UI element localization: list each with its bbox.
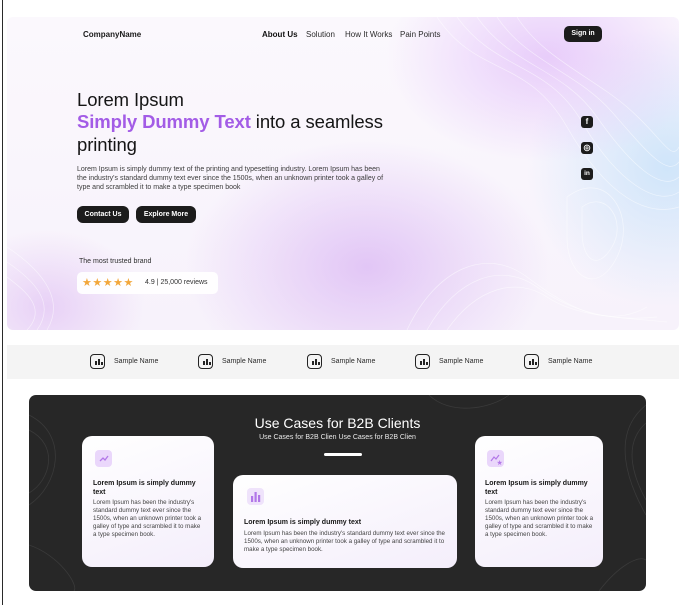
hero-section: CompanyName About Us Solution How It Wor… (7, 17, 679, 330)
card-body: Lorem Ipsum has been the industry's stan… (485, 499, 594, 538)
facebook-icon[interactable]: f (581, 116, 593, 128)
hero-heading-line2: Simply Dummy Text into a seamless (77, 111, 383, 133)
chart-star-icon: ★ (487, 450, 504, 467)
nav-about-us[interactable]: About Us (262, 30, 298, 39)
contact-us-button[interactable]: Contact Us (77, 206, 129, 223)
bar-chart-icon (90, 354, 105, 369)
page-left-border (2, 0, 3, 605)
use-case-card[interactable]: Lorem Ipsum is simply dummy text Lorem I… (82, 436, 214, 567)
use-case-card[interactable]: ★ Lorem Ipsum is simply dummy text Lorem… (475, 436, 603, 567)
bar-chart-icon (198, 354, 213, 369)
card-body: Lorem Ipsum has been the industry's stan… (244, 530, 446, 553)
explore-more-button[interactable]: Explore More (136, 206, 196, 223)
hero-description: Lorem Ipsum is simply dummy text of the … (77, 166, 384, 191)
trend-chart-icon (95, 450, 112, 467)
partner-name: Sample Name (114, 358, 159, 365)
instagram-icon[interactable]: ◎ (581, 142, 593, 154)
svg-text:★: ★ (497, 459, 503, 467)
bar-chart-icon (307, 354, 322, 369)
partner-name: Sample Name (439, 358, 484, 365)
bar-chart-icon (415, 354, 430, 369)
nav-how-it-works[interactable]: How It Works (345, 30, 392, 39)
partner-name: Sample Name (548, 358, 593, 365)
sign-in-button[interactable]: Sign in (564, 26, 602, 42)
use-cases-section: Use Cases for B2B Clients Use Cases for … (29, 395, 646, 591)
star-rating-icon: ★★★★★ (82, 277, 134, 289)
partner-name: Sample Name (222, 358, 267, 365)
title-underline (324, 453, 362, 456)
use-cases-title: Use Cases for B2B Clients (254, 415, 421, 431)
card-title: Lorem Ipsum is simply dummy text (93, 480, 196, 496)
nav-solution[interactable]: Solution (306, 30, 335, 39)
brand-logo[interactable]: CompanyName (83, 30, 141, 39)
bar-chart-icon (524, 354, 539, 369)
trusted-brand-label: The most trusted brand (79, 258, 152, 265)
bar-chart-icon (247, 488, 264, 505)
hero-heading-line1: Lorem Ipsum (77, 89, 184, 110)
partner-logo-strip: Sample Name Sample Name Sample Name Samp… (7, 345, 679, 379)
card-title: Lorem Ipsum is simply dummy text (244, 519, 362, 526)
hero-heading-line3: printing (77, 134, 137, 155)
hero-heading-accent: Simply Dummy Text (77, 111, 251, 132)
card-title: Lorem Ipsum is simply dummy text (485, 480, 588, 496)
partner-name: Sample Name (331, 358, 376, 365)
hero-heading-line2-rest: into a seamless (250, 111, 383, 132)
rating-text: 4.9 | 25,000 reviews (145, 279, 208, 286)
linkedin-icon[interactable]: in (581, 168, 593, 180)
nav-pain-points[interactable]: Pain Points (400, 30, 440, 39)
use-case-card[interactable]: Lorem Ipsum is simply dummy text Lorem I… (233, 475, 457, 568)
card-body: Lorem Ipsum has been the industry's stan… (93, 499, 202, 538)
rating-badge: ★★★★★ 4.9 | 25,000 reviews (77, 272, 218, 294)
